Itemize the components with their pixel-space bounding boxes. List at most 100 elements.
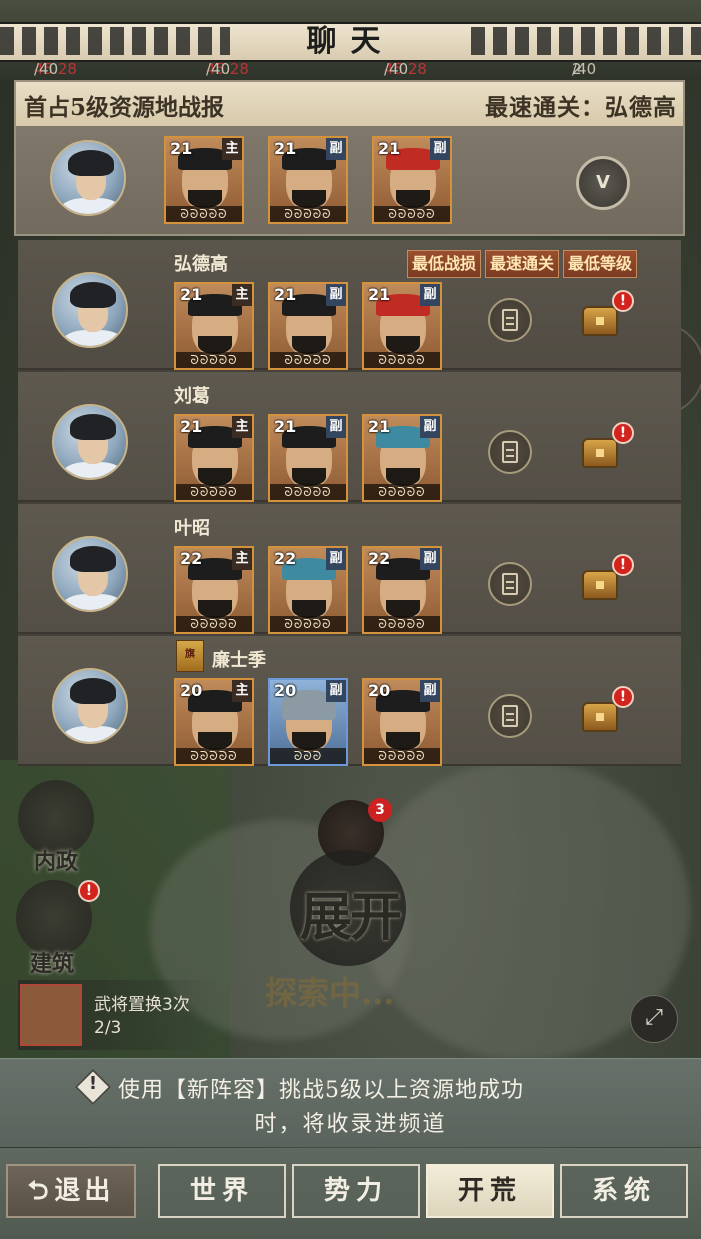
vs-badge-icon[interactable]: V [576, 156, 630, 210]
hero-stars: ᘐᘐᘐᘐᘐ [270, 352, 346, 368]
hero-role-badge: 副 [430, 138, 450, 160]
player-avatar[interactable] [52, 404, 128, 480]
hero-card[interactable]: 21 副 ᘐᘐᘐᘐᘐ [268, 414, 348, 502]
filter-fastest[interactable]: 最速通关 [485, 250, 560, 278]
hero-level: 20 [180, 681, 203, 700]
hero-level: 20 [368, 681, 391, 700]
hero-role-badge: 副 [326, 416, 346, 438]
alert-badge: ! [612, 554, 634, 576]
tab-system[interactable]: 系统 [560, 1164, 688, 1218]
faction-banner-icon: 旗 [176, 640, 204, 672]
hero-stars: ᘐᘐᘐᘐᘐ [166, 206, 242, 222]
filter-min-level[interactable]: 最低等级 [563, 250, 638, 278]
domestic-label: 内政 [34, 849, 79, 875]
avatar-hair [70, 414, 116, 440]
treasure-chest-icon[interactable] [582, 570, 618, 600]
treasure-chest-icon[interactable] [582, 702, 618, 732]
alert-badge: ! [612, 686, 634, 708]
clipboard-icon[interactable] [488, 430, 532, 474]
hero-role-badge: 副 [420, 284, 440, 306]
hero-level: 22 [368, 549, 391, 568]
tab-frontier[interactable]: 开荒 [426, 1164, 554, 1218]
hero-level: 21 [368, 417, 391, 436]
back-arrow-icon: ⮌ [27, 1176, 49, 1206]
player-avatar[interactable] [50, 140, 126, 216]
notice-text-line2: 时，将收录进频道 [254, 1112, 447, 1137]
filter-min-loss[interactable]: 最低战损 [407, 250, 482, 278]
tab-faction[interactable]: 势力 [292, 1164, 420, 1218]
hero-card[interactable]: 21 副 ᘐᘐᘐᘐᘐ [372, 136, 452, 224]
hero-stars: ᘐᘐᘐᘐᘐ [364, 748, 440, 764]
hero-level: 21 [378, 139, 401, 158]
hero-stars: ᘐᘐᘐᘐᘐ [364, 616, 440, 632]
hero-role-badge: 副 [326, 548, 346, 570]
clipboard-icon[interactable] [488, 562, 532, 606]
hero-role-badge: 主 [232, 680, 252, 702]
hero-card[interactable]: 22 副 ᘐᘐᘐᘐᘐ [268, 546, 348, 634]
hero-stars: ᘐᘐᘐᘐᘐ [270, 206, 346, 222]
fullscreen-icon[interactable]: ⤢ [630, 995, 678, 1043]
hero-level: 21 [180, 285, 203, 304]
sort-filter-tabs: 最低战损 最速通关 最低等级 [403, 250, 638, 278]
report-header: 首占5级资源地战报 最速通关：弘德高 [16, 82, 683, 127]
hero-role-badge: 副 [326, 138, 346, 160]
avatar-hair [70, 546, 116, 572]
hero-card[interactable]: 21 副 ᘐᘐᘐᘐᘐ [268, 136, 348, 224]
hero-card[interactable]: 21 副 ᘐᘐᘐᘐᘐ [362, 414, 442, 502]
hero-role-badge: 主 [232, 284, 252, 306]
clipboard-icon[interactable] [488, 298, 532, 342]
tab-world[interactable]: 世界 [158, 1164, 286, 1218]
hero-level: 22 [274, 549, 297, 568]
hero-card[interactable]: 21 主 ᘐᘐᘐᘐᘐ [174, 282, 254, 370]
quest-title: 武将置换3次 [94, 995, 190, 1015]
hero-card[interactable]: 21 主 ᘐᘐᘐᘐᘐ [174, 414, 254, 502]
hero-card[interactable]: 20 副 ᘐᘐᘐᘐᘐ [362, 678, 442, 766]
exit-button[interactable]: ⮌ 退出 [6, 1164, 136, 1218]
hero-role-badge: 副 [420, 548, 440, 570]
exclamation-icon: ! [88, 1073, 98, 1094]
hero-level: 21 [180, 417, 203, 436]
quest-scroll-icon [20, 984, 82, 1046]
player-avatar[interactable] [52, 668, 128, 744]
treasure-chest-icon[interactable] [582, 438, 618, 468]
hero-card[interactable]: 21 副 ᘐᘐᘐᘐᘐ [362, 282, 442, 370]
alert-badge: ! [612, 422, 634, 444]
hero-card[interactable]: 21 主 ᘐᘐᘐᘐᘐ [164, 136, 244, 224]
avatar-robe [62, 462, 124, 478]
treasure-chest-icon[interactable] [582, 306, 618, 336]
hero-level: 21 [274, 139, 297, 158]
avatar-hair [68, 150, 114, 176]
avatar-hair [70, 282, 116, 308]
hero-level: 20 [274, 681, 297, 700]
avatar-robe [60, 198, 122, 214]
hero-card[interactable]: 20 副 ᘐᘐᘐ [268, 678, 348, 766]
resource-row: 45.28万/40万 45.28万/40万 45.28万/40万 2/40万 [0, 60, 701, 98]
hero-level: 21 [274, 417, 297, 436]
player-avatar[interactable] [52, 536, 128, 612]
build-label: 建筑 [30, 951, 75, 977]
hero-card[interactable]: 22 副 ᘐᘐᘐᘐᘐ [362, 546, 442, 634]
clipboard-icon[interactable] [488, 694, 532, 738]
hero-stars: ᘐᘐᘐᘐᘐ [270, 616, 346, 632]
hero-role-badge: 副 [326, 284, 346, 306]
hero-stars: ᘐᘐᘐᘐᘐ [176, 484, 252, 500]
avatar-hair [70, 678, 116, 704]
hero-stars: ᘐᘐᘐᘐᘐ [176, 616, 252, 632]
scroll-badge: 3 [368, 798, 392, 822]
hero-stars: ᘐᘐᘐᘐᘐ [176, 352, 252, 368]
player-avatar[interactable] [52, 272, 128, 348]
report-title: 首占5级资源地战报 [24, 94, 225, 121]
hero-role-badge: 主 [232, 548, 252, 570]
hero-card[interactable]: 22 主 ᘐᘐᘐᘐᘐ [174, 546, 254, 634]
quest-progress: 2/3 [94, 1018, 122, 1038]
avatar-robe [62, 594, 124, 610]
player-name: 刘葛 [174, 386, 210, 407]
player-name: 弘德高 [174, 254, 228, 275]
hero-level: 21 [368, 285, 391, 304]
hero-card[interactable]: 21 副 ᘐᘐᘐᘐᘐ [268, 282, 348, 370]
build-alert-badge: ! [78, 880, 100, 902]
player-name: 叶昭 [174, 518, 210, 539]
exit-label: 退出 [54, 1176, 115, 1206]
hero-card[interactable]: 20 主 ᘐᘐᘐᘐᘐ [174, 678, 254, 766]
hero-role-badge: 主 [232, 416, 252, 438]
